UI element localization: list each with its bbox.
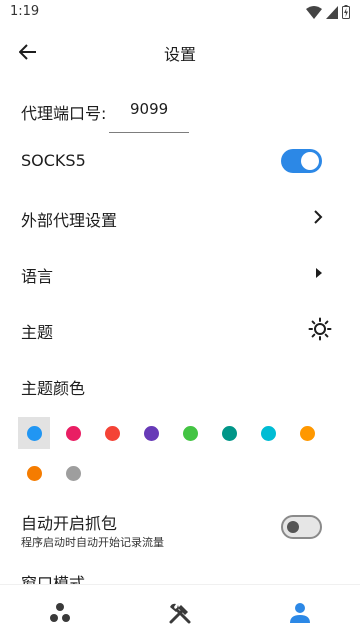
theme-row[interactable]: 主题 xyxy=(0,317,360,343)
color-dot xyxy=(182,425,198,441)
proxy-port-label: 代理端口号: xyxy=(21,104,107,123)
auto-capture-row[interactable]: 自动开启抓包 程序启动时自动开始记录流量 xyxy=(0,508,360,552)
battery-icon xyxy=(342,5,350,19)
switch-knob xyxy=(287,521,299,533)
status-time: 1:19 xyxy=(10,4,40,19)
tools-icon xyxy=(169,603,191,624)
window-mode-label[interactable]: 窗口模式 xyxy=(21,572,85,584)
nav-item-profile[interactable] xyxy=(240,585,360,641)
theme-color-swatch[interactable] xyxy=(57,457,89,489)
theme-color-swatch[interactable] xyxy=(57,417,89,449)
auto-capture-switch[interactable] xyxy=(281,515,322,539)
nav-item-requests[interactable] xyxy=(0,585,120,641)
status-bar: 1:19 xyxy=(0,0,360,24)
arrow-right-icon xyxy=(316,268,322,278)
app-bar: 设置 xyxy=(0,24,360,80)
socks5-row[interactable]: SOCKS5 xyxy=(0,148,360,176)
color-dot xyxy=(143,425,159,441)
signal-icon xyxy=(326,5,338,19)
color-dot xyxy=(299,425,315,441)
theme-color-swatch[interactable] xyxy=(18,457,50,489)
theme-color-label: 主题颜色 xyxy=(21,379,86,398)
auto-capture-description: 程序启动时自动开始记录流量 xyxy=(21,536,164,549)
theme-label: 主题 xyxy=(21,323,54,342)
theme-color-swatch[interactable] xyxy=(252,417,284,449)
theme-color-swatch[interactable] xyxy=(291,417,323,449)
color-dot xyxy=(104,425,120,441)
language-row[interactable]: 语言 xyxy=(0,261,360,287)
theme-color-swatch[interactable] xyxy=(174,417,206,449)
theme-color-swatch[interactable] xyxy=(213,417,245,449)
language-label: 语言 xyxy=(21,267,54,286)
color-dot xyxy=(65,425,81,441)
theme-color-swatch[interactable] xyxy=(135,417,167,449)
person-icon xyxy=(290,603,310,623)
color-dot xyxy=(221,425,237,441)
status-icons xyxy=(306,3,350,21)
wifi-icon xyxy=(306,5,322,19)
sun-icon[interactable] xyxy=(308,317,332,341)
dots-cluster-icon xyxy=(50,603,70,622)
proxy-port-row: 代理端口号: 9099 xyxy=(0,100,360,136)
socks5-switch[interactable] xyxy=(281,149,322,173)
proxy-port-input[interactable]: 9099 xyxy=(130,100,168,118)
external-proxy-row[interactable]: 外部代理设置 xyxy=(0,205,360,231)
proxy-port-underline xyxy=(109,132,189,133)
nav-item-tools[interactable] xyxy=(120,585,240,641)
socks5-label: SOCKS5 xyxy=(21,151,86,170)
theme-color-swatch[interactable] xyxy=(96,417,128,449)
color-dot xyxy=(26,425,42,441)
page-title: 设置 xyxy=(163,45,196,64)
theme-color-swatch[interactable] xyxy=(18,417,50,449)
color-dot xyxy=(260,425,276,441)
theme-color-row: 主题颜色 xyxy=(0,373,360,399)
bottom-navigation xyxy=(0,584,360,641)
external-proxy-label: 外部代理设置 xyxy=(21,211,118,230)
color-dot xyxy=(26,465,42,481)
auto-capture-label: 自动开启抓包 xyxy=(21,514,118,533)
color-dot xyxy=(65,465,81,481)
chevron-right-icon xyxy=(314,210,323,224)
switch-knob xyxy=(301,152,319,170)
